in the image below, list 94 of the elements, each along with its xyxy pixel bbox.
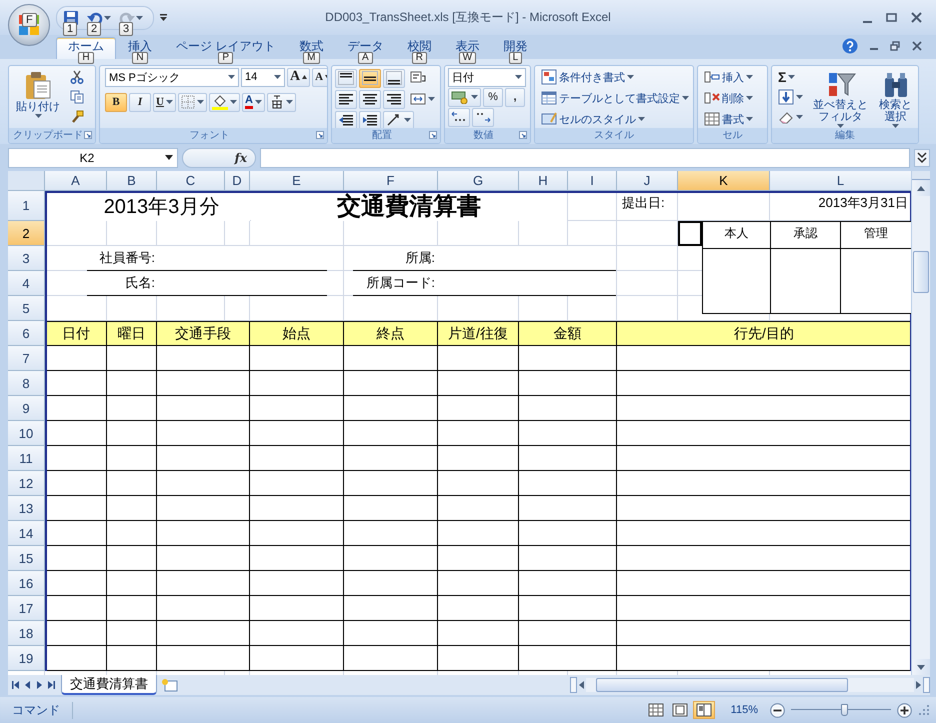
group-label: 配置 xyxy=(371,128,393,142)
sheet-title: 交通費清算書 xyxy=(251,191,567,222)
autosum-button[interactable]: Σ xyxy=(775,68,806,87)
name-box[interactable]: K2 xyxy=(8,148,178,168)
column-header[interactable]: F xyxy=(344,171,438,192)
column-header[interactable]: L xyxy=(770,171,912,192)
row-header[interactable]: 7 xyxy=(8,346,45,372)
row-header[interactable]: 19 xyxy=(8,646,45,672)
row-header[interactable]: 2 xyxy=(8,221,45,246)
font-size-dropdown[interactable]: 14 xyxy=(241,68,285,87)
paste-button[interactable]: 貼り付け xyxy=(12,68,64,128)
delete-button[interactable]: 削除 xyxy=(701,88,756,108)
keytip: H xyxy=(78,52,94,64)
row-header[interactable]: 13 xyxy=(8,496,45,522)
row-header[interactable]: 14 xyxy=(8,521,45,546)
row-header[interactable]: 6 xyxy=(8,321,45,346)
row-header[interactable]: 15 xyxy=(8,546,45,572)
italic-button[interactable]: I xyxy=(129,92,151,112)
table-header: 金額 xyxy=(519,321,617,346)
approval-header: 本人 xyxy=(703,222,771,250)
field-label: 社員番号: xyxy=(98,249,155,268)
column-header[interactable]: G xyxy=(438,171,519,192)
bold-button[interactable]: B xyxy=(105,92,127,112)
column-header[interactable]: I xyxy=(568,171,617,192)
field-label: 所属: xyxy=(404,249,435,268)
field-label: 所属コード: xyxy=(365,274,435,292)
group-label: クリップボード xyxy=(12,128,84,142)
column-header[interactable]: J xyxy=(617,171,678,192)
keytip: N xyxy=(132,52,148,64)
group-label: フォント xyxy=(188,129,230,142)
keytip: P xyxy=(218,52,233,64)
table-header: 日付 xyxy=(45,321,107,346)
row-header[interactable]: 8 xyxy=(8,371,45,396)
group-label: 数値 xyxy=(472,129,494,142)
approval-header: 承認 xyxy=(771,222,841,250)
row-header[interactable]: 16 xyxy=(8,571,45,596)
keytip: F xyxy=(22,13,37,27)
comma-button[interactable]: , xyxy=(505,88,525,107)
keytip: L xyxy=(508,52,522,64)
table-header: 交通手段 xyxy=(157,321,250,346)
column-header[interactable]: D xyxy=(225,171,250,192)
table-header: 曜日 xyxy=(107,321,157,346)
keytip: W xyxy=(458,52,476,64)
column-header[interactable]: C xyxy=(157,171,225,192)
column-header[interactable]: B xyxy=(107,171,157,192)
table-header: 片道/往復 xyxy=(438,321,519,346)
row-header[interactable]: 3 xyxy=(8,246,45,272)
group-label: 編集 xyxy=(834,129,856,142)
row-header[interactable]: 9 xyxy=(8,396,45,422)
keytip: 3 xyxy=(119,22,134,36)
column-header[interactable]: K xyxy=(678,171,770,192)
row-header[interactable]: 5 xyxy=(8,296,45,322)
insert-button[interactable]: 挿入 xyxy=(701,68,756,87)
row-header[interactable]: 4 xyxy=(8,271,45,296)
shrink-font-button[interactable]: A xyxy=(312,68,327,87)
sheet-tab[interactable]: 交通費清算書 xyxy=(61,675,157,696)
row-header[interactable]: 18 xyxy=(8,621,45,646)
grow-font-button[interactable]: A xyxy=(287,68,310,87)
percent-button[interactable]: % xyxy=(483,88,503,107)
keytip: M xyxy=(303,52,320,64)
number-format-dropdown[interactable]: 日付 xyxy=(448,68,526,87)
status-mode: コマンド xyxy=(12,702,73,719)
zoom-level: 115% xyxy=(730,704,758,716)
format-as-table-button[interactable]: テーブルとして書式設定 xyxy=(538,88,692,108)
row-header[interactable]: 12 xyxy=(8,471,45,496)
insert-function-button[interactable]: fx xyxy=(182,148,256,168)
row-header[interactable]: 1 xyxy=(8,191,45,222)
submit-date: 2013年3月31日 xyxy=(817,194,909,212)
column-header[interactable]: A xyxy=(45,171,107,192)
table-header: 始点 xyxy=(250,321,344,346)
table-header: 行先/目的 xyxy=(617,321,912,346)
column-header[interactable]: H xyxy=(519,171,568,192)
group-label: セル xyxy=(722,129,744,142)
table-header: 終点 xyxy=(344,321,438,346)
row-header[interactable]: 10 xyxy=(8,421,45,446)
group-label: スタイル xyxy=(593,129,635,142)
sort-filter-button[interactable]: 並べ替えとフィルタ xyxy=(809,68,872,128)
underline-button[interactable]: U xyxy=(153,92,176,112)
font-name-dropdown[interactable]: MS Pゴシック xyxy=(105,68,239,87)
keytip: A xyxy=(358,52,373,64)
column-header[interactable]: E xyxy=(250,171,344,192)
keytip: 2 xyxy=(87,22,102,36)
keytip: R xyxy=(412,52,427,64)
submit-label: 提出日: xyxy=(621,194,666,212)
font-color-button[interactable]: A xyxy=(242,92,265,112)
find-select-button[interactable]: 検索と選択 xyxy=(875,68,916,128)
row-header[interactable]: 11 xyxy=(8,446,45,472)
keytip: 1 xyxy=(63,22,78,36)
sheet-period: 2013年3月分 xyxy=(45,191,250,222)
window-title: DD003_TransSheet.xls [互換モード] - Microsoft Excel xyxy=(325,9,611,26)
row-header[interactable]: 17 xyxy=(8,596,45,622)
conditional-format-button[interactable]: 条件付き書式 xyxy=(538,68,692,87)
field-label: 氏名: xyxy=(124,274,155,292)
cell-styles-button[interactable]: セルのスタイル xyxy=(538,110,692,129)
